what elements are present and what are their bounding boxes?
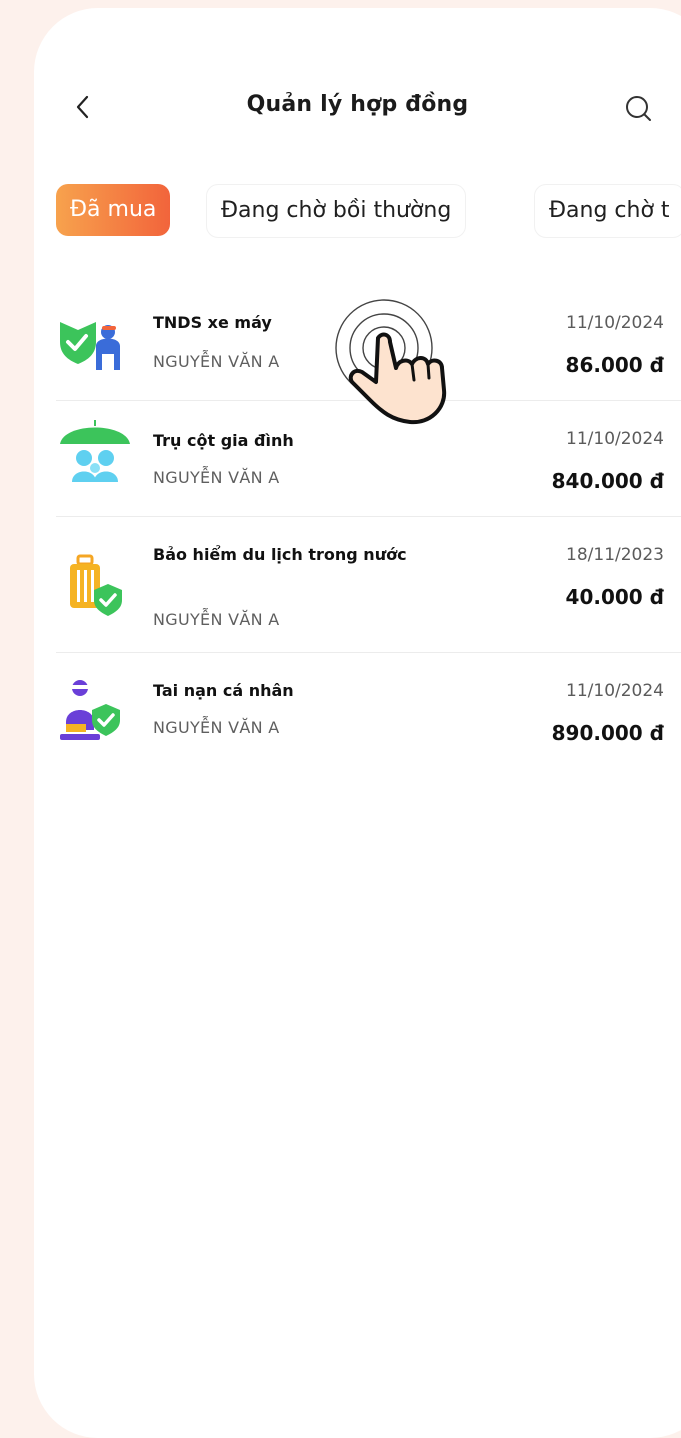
search-button[interactable] — [622, 92, 656, 126]
contract-owner: NGUYỄN VĂN A — [153, 610, 280, 629]
contract-owner: NGUYỄN VĂN A — [153, 352, 280, 371]
contract-price: 840.000 đ — [551, 469, 664, 493]
tab-purchased[interactable]: Đã mua — [56, 184, 171, 236]
tap-hand-icon — [335, 299, 447, 425]
app-header: Quản lý hợp đồng — [34, 78, 681, 138]
contract-name: Bảo hiểm du lịch trong nước — [153, 545, 407, 564]
contract-date: 11/10/2024 — [566, 313, 664, 333]
motorbike-shield-icon — [56, 302, 134, 380]
injured-person-shield-icon — [56, 676, 134, 754]
contract-owner: NGUYỄN VĂN A — [153, 718, 280, 737]
contract-name: Tai nạn cá nhân — [153, 681, 294, 700]
contract-item-accident[interactable]: Tai nạn cá nhân NGUYỄN VĂN A 11/10/2024 … — [34, 654, 681, 770]
family-umbrella-icon — [56, 412, 134, 490]
contract-status-tabs: Đã mua Đang chờ bồi thường Đang chờ t — [56, 184, 681, 238]
tab-pending-claims[interactable]: Đang chờ bồi thường — [206, 184, 467, 238]
contract-price: 86.000 đ — [565, 353, 664, 377]
contract-name: Trụ cột gia đình — [153, 431, 294, 450]
contract-item-travel[interactable]: Bảo hiểm du lịch trong nước NGUYỄN VĂN A… — [34, 518, 681, 654]
page-title: Quản lý hợp đồng — [246, 92, 469, 117]
contract-date: 18/11/2023 — [566, 545, 664, 565]
phone-screen: Quản lý hợp đồng Đã mua Đang chờ bồi thư… — [34, 8, 681, 1438]
contract-date: 11/10/2024 — [566, 429, 664, 449]
divider — [56, 516, 681, 517]
contract-owner: NGUYỄN VĂN A — [153, 468, 280, 487]
luggage-shield-icon — [56, 550, 134, 628]
tap-gesture-overlay — [330, 298, 500, 428]
tab-pending-other[interactable]: Đang chờ t — [534, 184, 681, 238]
contract-date: 11/10/2024 — [566, 681, 664, 701]
contract-price: 40.000 đ — [565, 585, 664, 609]
contract-price: 890.000 đ — [551, 721, 664, 745]
divider — [56, 652, 681, 653]
search-icon — [626, 96, 651, 121]
